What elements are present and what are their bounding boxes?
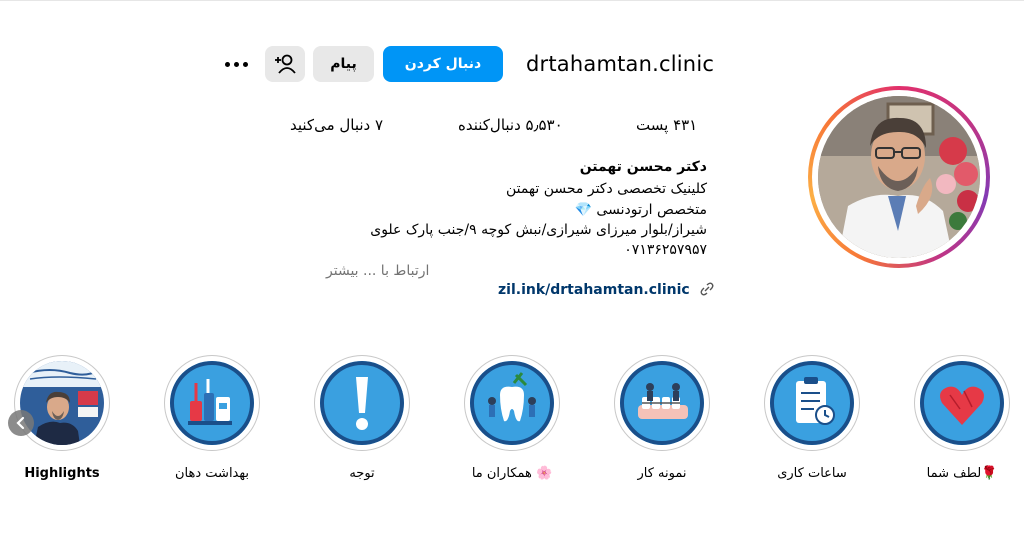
highlight-image (620, 361, 704, 445)
team-tooth-icon (470, 361, 554, 445)
chevron-left-icon (16, 416, 25, 430)
exclamation-icon (320, 361, 404, 445)
highlight-label: نمونه کار (637, 466, 687, 481)
posts-count: ۴۳۱ پست (636, 116, 698, 134)
bio-line-4: ۰۷۱۳۶۲۵۷۹۵۷ (624, 242, 707, 258)
profile-avatar[interactable] (808, 86, 990, 268)
highlight-image (470, 361, 554, 445)
link-icon (700, 282, 714, 296)
highlight-image (320, 361, 404, 445)
clipboard-clock-icon (770, 361, 854, 445)
followers-count[interactable]: ۵٫۵۳۰ دنبال‌کننده (458, 116, 563, 134)
highlight-label: لطف شما🌹 (926, 466, 998, 481)
highlight-label: بهداشت دهان (175, 466, 249, 481)
display-name: دکتر محسن تهمتن (579, 159, 707, 175)
bio-line-1: کلینیک تخصصی دکتر محسن تهمتن (505, 181, 707, 197)
heart-icon (920, 361, 1004, 445)
person-add-icon (275, 54, 296, 74)
top-border (0, 0, 1024, 1)
highlight-image (770, 361, 854, 445)
profile-username: drtahamtan.clinic (526, 52, 715, 76)
avatar-photo (818, 96, 980, 258)
highlight-label: ساعات کاری (777, 466, 847, 481)
message-button[interactable]: پیام (313, 46, 374, 82)
bio-line-2: متخصص ارتودنسی 💎 (574, 202, 707, 218)
braces-teeth-icon (620, 361, 704, 445)
suggest-accounts-button[interactable] (265, 46, 305, 82)
highlight-label: همکاران ما 🌸 (471, 466, 553, 481)
profile-link[interactable]: zil.ink/drtahamtan.clinic (498, 282, 715, 298)
following-count[interactable]: ۷ دنبال می‌کنید (290, 116, 383, 134)
profile-link-text[interactable]: zil.ink/drtahamtan.clinic (498, 282, 690, 298)
highlight-label: Highlights (24, 466, 100, 481)
more-options-icon[interactable] (222, 52, 252, 76)
bio-more-link[interactable]: ارتباط با ... بیشتر (326, 263, 429, 279)
highlight-label: توجه (349, 466, 375, 481)
bio-line-3: شیراز/بلوار میرزای شیرازی/نبش کوچه ۹/جنب… (370, 222, 707, 238)
highlight-image (170, 361, 254, 445)
highlight-image (920, 361, 1004, 445)
highlights-prev-button[interactable] (8, 410, 34, 436)
doctor-portrait (818, 96, 980, 258)
dental-hygiene-icon (170, 361, 254, 445)
follow-button[interactable]: دنبال کردن (383, 46, 503, 82)
